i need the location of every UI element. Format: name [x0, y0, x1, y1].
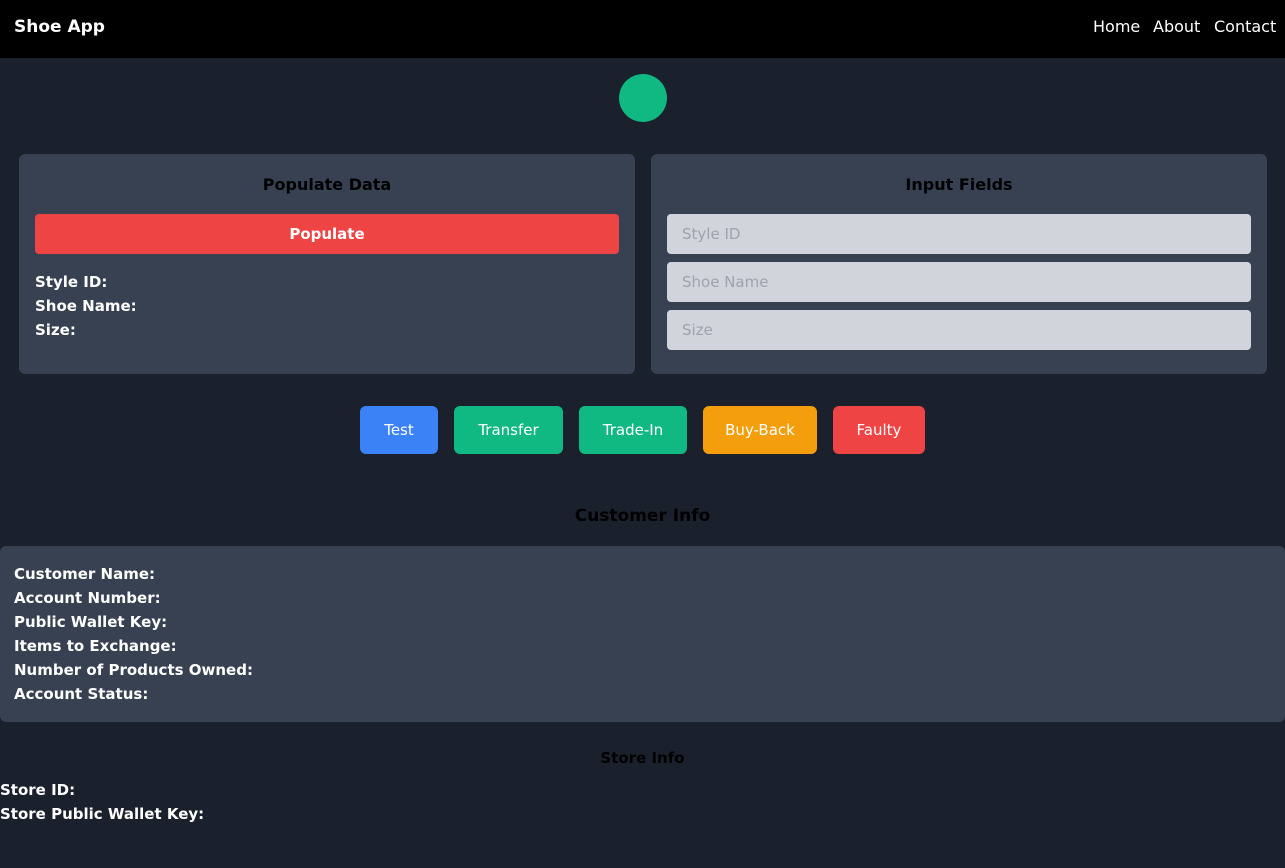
input-fields-card: Input Fields — [651, 154, 1267, 374]
style-id-label: Style ID: — [35, 273, 108, 291]
account-status-label: Account Status: — [14, 685, 149, 703]
app-brand[interactable]: Shoe App — [14, 17, 105, 37]
items-to-exchange-label: Items to Exchange: — [14, 637, 177, 655]
size-label: Size: — [35, 321, 76, 339]
input-fields-title: Input Fields — [905, 175, 1013, 194]
nav-link-about[interactable]: About — [1153, 17, 1200, 36]
account-number-label: Account Number: — [14, 589, 161, 607]
size-input[interactable] — [667, 310, 1251, 350]
navbar: Shoe App Home About Contact — [0, 0, 1285, 58]
public-wallet-key-label: Public Wallet Key: — [14, 613, 168, 631]
style-id-input[interactable] — [667, 214, 1251, 254]
faulty-button[interactable]: Faulty — [833, 406, 925, 454]
trade-in-button[interactable]: Trade-In — [579, 406, 687, 454]
customer-info-title: Customer Info — [574, 506, 711, 526]
customer-name-label: Customer Name: — [14, 565, 155, 583]
nav-link-home[interactable]: Home — [1093, 17, 1140, 36]
populate-data-card: Populate Data Populate Style ID: Shoe Na… — [19, 154, 635, 374]
transfer-button[interactable]: Transfer — [454, 406, 563, 454]
test-button[interactable]: Test — [360, 406, 438, 454]
shoe-name-input[interactable] — [667, 262, 1251, 302]
shoe-name-label: Shoe Name: — [35, 297, 137, 315]
store-info-title: Store Info — [600, 749, 685, 767]
status-indicator — [619, 74, 667, 122]
populate-button[interactable]: Populate — [35, 214, 619, 254]
store-id-label: Store ID: — [0, 781, 76, 799]
products-owned-label: Number of Products Owned: — [14, 661, 253, 679]
store-wallet-key-label: Store Public Wallet Key: — [0, 805, 205, 823]
buy-back-button[interactable]: Buy-Back — [703, 406, 817, 454]
customer-info-panel: Customer Name: Account Number: Public Wa… — [0, 546, 1285, 722]
populate-data-title: Populate Data — [262, 175, 392, 194]
nav-link-contact[interactable]: Contact — [1214, 17, 1276, 36]
